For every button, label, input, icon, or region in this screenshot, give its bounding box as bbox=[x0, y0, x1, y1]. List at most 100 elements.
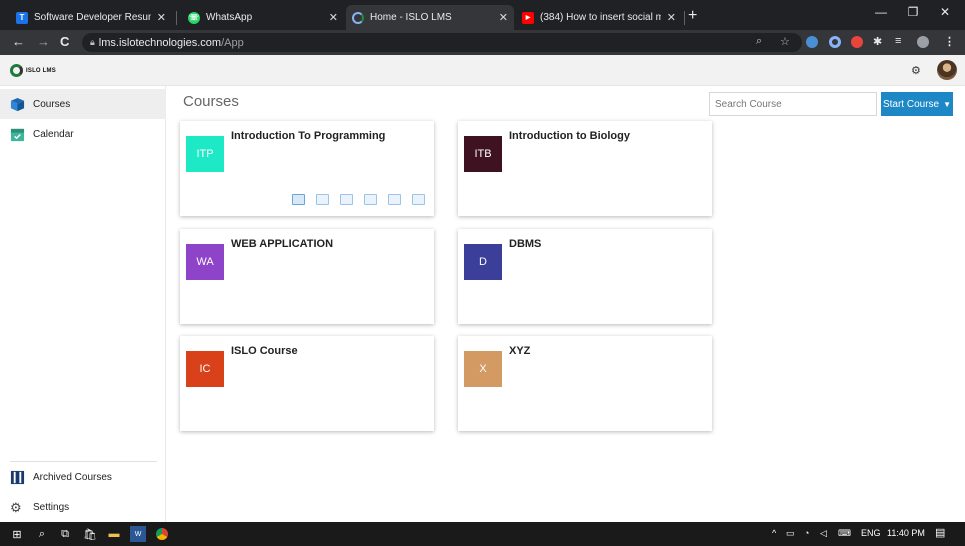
course-title: WEB APPLICATION bbox=[231, 238, 334, 250]
close-icon[interactable]: ✕ bbox=[157, 11, 166, 24]
wifi-icon[interactable]: ◔ bbox=[804, 528, 809, 538]
course-badge: X bbox=[464, 351, 502, 387]
forward-arrow-icon[interactable]: → bbox=[37, 34, 50, 49]
close-icon[interactable]: ✕ bbox=[667, 11, 676, 24]
lock-icon: 🔒︎ bbox=[90, 37, 95, 47]
url-path: /App bbox=[221, 36, 244, 49]
clock[interactable]: 11:40 PM bbox=[887, 528, 925, 538]
sidebar-item-settings[interactable]: ⚙ Settings bbox=[0, 492, 166, 522]
sidebar-item-label: Settings bbox=[33, 501, 70, 513]
sidebar-item-archived-courses[interactable]: Archived Courses bbox=[0, 462, 166, 492]
sidebar-item-label: Calendar bbox=[33, 128, 74, 140]
tab-separator bbox=[176, 11, 177, 25]
courses-icon bbox=[10, 97, 25, 111]
tab-title: WhatsApp bbox=[206, 12, 253, 23]
close-icon[interactable]: ✕ bbox=[499, 11, 508, 24]
browser-tab-bar: T Software Developer Resume + Co ✕ ☏ Wha… bbox=[0, 0, 965, 30]
calculator-icon[interactable] bbox=[340, 194, 353, 205]
chrome-icon[interactable] bbox=[154, 526, 170, 542]
settings-cog-icon[interactable]: ⚙ bbox=[911, 64, 921, 77]
notification-icon[interactable]: ▤ bbox=[935, 526, 945, 539]
course-title: DBMS bbox=[509, 238, 542, 250]
course-badge: IC bbox=[186, 351, 224, 387]
course-title: XYZ bbox=[509, 345, 531, 357]
taskbar: ⊞ ⌕ ⧉ 🛍︎ ▬ W ^ ▭ ◔ ◁ ⌨ ENG 11:40 PM ▤ bbox=[0, 522, 965, 546]
archive-icon bbox=[10, 470, 25, 484]
task-view-icon[interactable]: ⧉ bbox=[57, 526, 73, 542]
restore-button[interactable]: ❐ bbox=[898, 5, 928, 19]
logo[interactable]: ISLO LMS bbox=[10, 64, 56, 77]
message-icon[interactable] bbox=[316, 194, 329, 205]
sidebar-item-courses[interactable]: Courses bbox=[0, 89, 166, 119]
address-bar[interactable]: 🔒︎ lms.islotechnologies.com/App bbox=[82, 33, 802, 52]
gear-icon: ⚙ bbox=[10, 499, 22, 515]
extension-icon[interactable] bbox=[806, 36, 818, 48]
tab-title: Home - ISLO LMS bbox=[370, 12, 452, 23]
whatsapp-icon: ☏ bbox=[188, 11, 200, 24]
volume-icon[interactable]: ◁ bbox=[820, 528, 827, 539]
close-icon[interactable]: ✕ bbox=[329, 11, 338, 24]
browser-tab-islo-lms[interactable]: Home - ISLO LMS ✕ bbox=[346, 5, 514, 30]
word-icon[interactable]: W bbox=[130, 526, 146, 542]
search-icon[interactable]: ⌕ bbox=[34, 526, 50, 542]
course-title: Introduction To Programming bbox=[231, 130, 386, 142]
course-card-dbms[interactable]: D DBMS bbox=[458, 229, 712, 324]
page-title: Courses bbox=[183, 93, 239, 110]
course-card-itp[interactable]: ITP Introduction To Programming bbox=[180, 121, 434, 216]
course-title: ISLO Course bbox=[231, 345, 298, 357]
puzzle-icon[interactable]: ✱ bbox=[873, 35, 882, 48]
chat-icon[interactable] bbox=[388, 194, 401, 205]
search-course-input[interactable] bbox=[709, 92, 877, 116]
store-icon[interactable]: 🛍︎ bbox=[82, 526, 98, 542]
start-course-label: Start Course bbox=[882, 98, 940, 110]
profile-icon[interactable] bbox=[917, 36, 929, 48]
chart-icon[interactable] bbox=[292, 194, 305, 205]
tab-title: (384) How to insert social me bbox=[540, 12, 661, 23]
keyboard-icon[interactable]: ⌨ bbox=[838, 528, 851, 539]
extension-icon[interactable] bbox=[851, 36, 863, 48]
sidebar-item-calendar[interactable]: Calendar bbox=[0, 119, 166, 149]
sidebar-item-label: Archived Courses bbox=[33, 471, 112, 483]
minimize-button[interactable]: — bbox=[866, 5, 896, 19]
caret-down-icon: ▼ bbox=[943, 99, 952, 109]
windows-start-icon[interactable]: ⊞ bbox=[9, 526, 25, 542]
course-badge: D bbox=[464, 244, 502, 280]
youtube-icon: ▶ bbox=[522, 11, 534, 24]
browser-tab-whatsapp[interactable]: ☏ WhatsApp ✕ bbox=[182, 5, 344, 30]
bookmark-star-icon[interactable]: ☆ bbox=[780, 35, 790, 48]
course-title: Introduction to Biology bbox=[509, 130, 630, 142]
comments-icon[interactable] bbox=[412, 194, 425, 205]
course-card-wa[interactable]: WA WEB APPLICATION bbox=[180, 229, 434, 324]
browser-tab-resume[interactable]: T Software Developer Resume + Co ✕ bbox=[10, 5, 172, 30]
course-badge: ITB bbox=[464, 136, 502, 172]
sidebar: Courses Calendar Archived Courses ⚙ Sett… bbox=[0, 86, 166, 522]
reload-icon[interactable]: C bbox=[60, 34, 69, 49]
extension-icon[interactable] bbox=[829, 36, 841, 48]
browser-tab-youtube[interactable]: ▶ (384) How to insert social me ✕ bbox=[516, 5, 682, 30]
reading-list-icon[interactable]: ≡ bbox=[895, 35, 901, 47]
browser-toolbar: ← → C 🔒︎ lms.islotechnologies.com/App ⌕ … bbox=[0, 30, 965, 55]
logo-icon bbox=[10, 64, 23, 77]
close-window-button[interactable]: ✕ bbox=[930, 5, 960, 19]
course-badge: WA bbox=[186, 244, 224, 280]
chevron-up-icon[interactable]: ^ bbox=[772, 528, 776, 538]
avatar[interactable] bbox=[937, 60, 957, 80]
course-card-ic[interactable]: IC ISLO Course bbox=[180, 336, 434, 431]
file-explorer-icon[interactable]: ▬ bbox=[106, 526, 122, 542]
battery-icon[interactable]: ▭ bbox=[786, 528, 795, 539]
back-arrow-icon[interactable]: ← bbox=[12, 34, 25, 49]
clipboard-icon[interactable] bbox=[364, 194, 377, 205]
language-indicator[interactable]: ENG bbox=[861, 528, 881, 538]
tab-title: Software Developer Resume + Co bbox=[34, 12, 151, 23]
calendar-icon bbox=[10, 128, 25, 141]
start-course-button[interactable]: Start Course ▼ bbox=[881, 92, 953, 116]
more-menu-icon[interactable]: ⋮ bbox=[944, 35, 955, 48]
zoom-icon[interactable]: ⌕ bbox=[756, 35, 762, 48]
course-card-itb[interactable]: ITB Introduction to Biology bbox=[458, 121, 712, 216]
course-card-xyz[interactable]: X XYZ bbox=[458, 336, 712, 431]
logo-text: ISLO LMS bbox=[26, 67, 56, 74]
new-tab-button[interactable]: + bbox=[688, 7, 697, 25]
course-tools bbox=[292, 194, 436, 205]
url-host: lms.islotechnologies.com bbox=[98, 36, 222, 49]
tab-separator bbox=[684, 11, 685, 25]
